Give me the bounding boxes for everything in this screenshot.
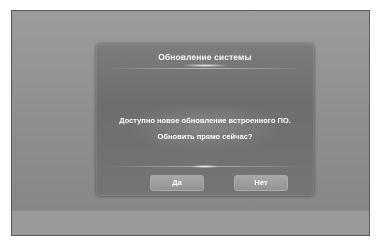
title-divider: [104, 68, 306, 69]
yes-button[interactable]: Да: [150, 175, 204, 191]
dialog-message-line2: Обновить прямо сейчас?: [157, 132, 253, 141]
dialog-title: Обновление системы: [158, 52, 252, 62]
title-highlight: [184, 64, 226, 67]
no-button[interactable]: Нет: [234, 175, 288, 191]
system-update-dialog: Обновление системы Доступно новое обновл…: [96, 44, 314, 196]
screen-bottom-strip: [12, 210, 369, 235]
message-backdrop: [126, 102, 284, 152]
focus-highlight: [192, 165, 218, 168]
dialog-message-line1: Доступно новое обновление встроенного ПО…: [119, 116, 291, 125]
page-frame: Обновление системы Доступно новое обновл…: [0, 0, 381, 246]
tv-screen: Обновление системы Доступно новое обновл…: [11, 10, 370, 236]
